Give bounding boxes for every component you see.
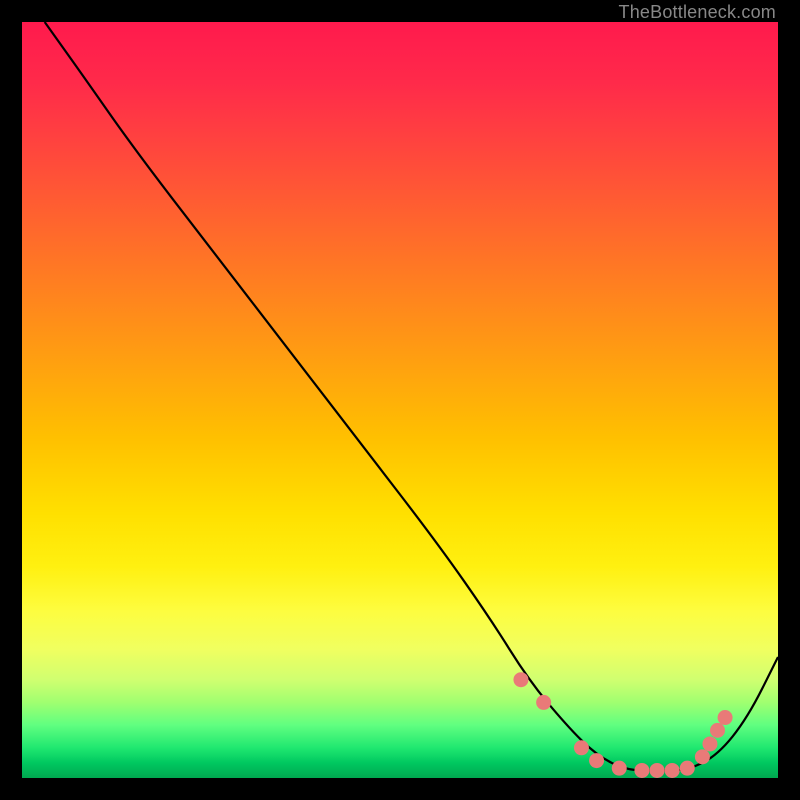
chart-area <box>22 22 778 778</box>
data-dot <box>536 695 551 710</box>
data-dot <box>634 763 649 778</box>
data-dot <box>589 753 604 768</box>
data-dot <box>665 763 680 778</box>
data-dot <box>680 761 695 776</box>
data-dot <box>718 710 733 725</box>
data-dot <box>695 749 710 764</box>
data-dot <box>710 723 725 738</box>
data-dot <box>650 763 665 778</box>
watermark-text: TheBottleneck.com <box>619 2 776 23</box>
bottleneck-curve <box>45 22 778 770</box>
data-dot <box>513 672 528 687</box>
data-dot <box>612 761 627 776</box>
data-dot <box>702 736 717 751</box>
curve-svg <box>22 22 778 778</box>
data-dot <box>574 740 589 755</box>
